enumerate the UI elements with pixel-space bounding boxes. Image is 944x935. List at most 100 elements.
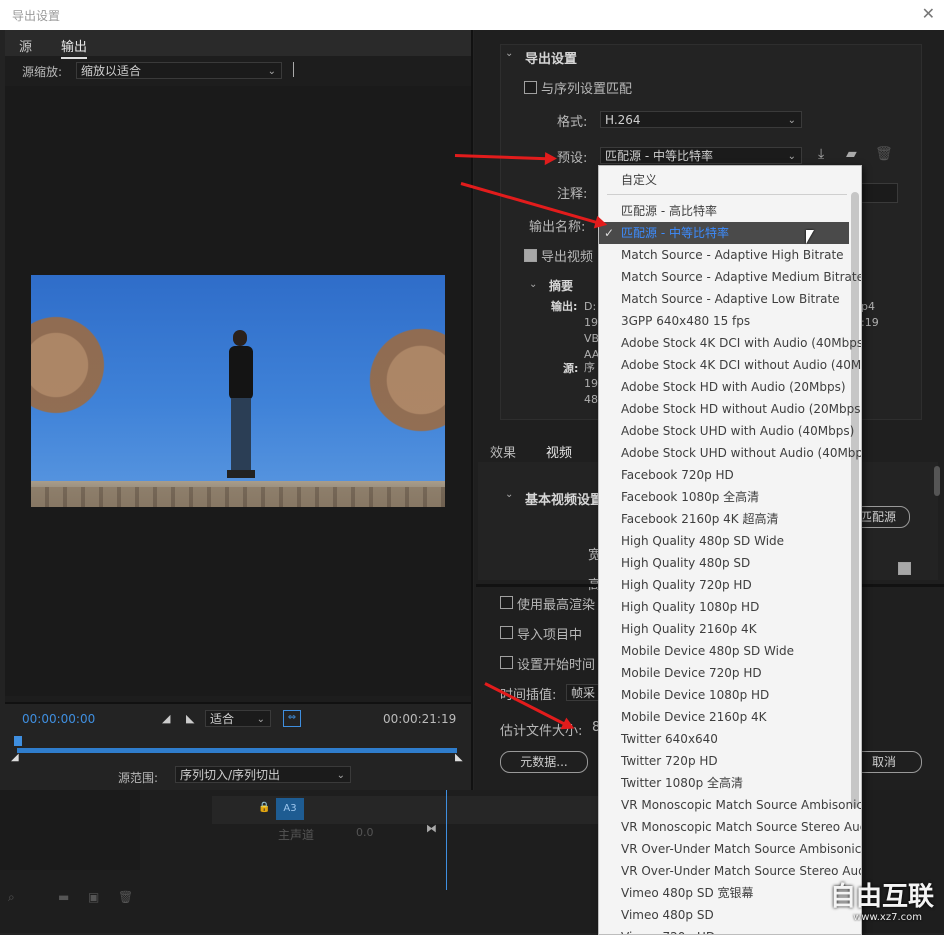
preset-menu-item[interactable]: High Quality 2160p 4K <box>621 618 757 640</box>
format-dropdown[interactable]: H.264 ⌄ <box>600 111 802 128</box>
fit-value: 适合 <box>210 712 235 726</box>
basic-video-title: 基本视频设置 <box>525 493 604 508</box>
preset-menu-item[interactable]: High Quality 480p SD <box>621 552 750 574</box>
tree-right <box>361 285 445 475</box>
watermark-url: www.xz7.com <box>853 912 922 923</box>
basic-video-collapse-icon[interactable]: ⌄ <box>505 489 513 500</box>
import-project-checkbox[interactable] <box>500 626 513 639</box>
preset-menu-item[interactable]: VR Monoscopic Match Source Stereo Audio <box>621 816 861 838</box>
preview-image <box>31 275 445 507</box>
master-label: 主声道 <box>278 828 315 842</box>
preset-menu-item[interactable]: Mobile Device 480p SD Wide <box>621 640 794 662</box>
save-preset-icon[interactable]: ⤓ <box>818 146 824 162</box>
preset-menu-item[interactable]: Adobe Stock 4K DCI with Audio (40Mbps) <box>621 332 861 354</box>
divider <box>293 62 294 77</box>
comments-input[interactable] <box>856 183 898 203</box>
preset-menu-item[interactable]: Adobe Stock HD with Audio (20Mbps) <box>621 376 846 398</box>
playhead-icon[interactable] <box>14 736 22 746</box>
preset-menu-item[interactable]: Facebook 2160p 4K 超高清 <box>621 508 779 530</box>
duration-timecode: 00:00:21:19 <box>383 712 457 726</box>
window-title: 导出设置 <box>12 9 61 23</box>
watermark-logo: 自由互联 <box>829 882 934 912</box>
preset-menu-item[interactable]: Vimeo 720p HD <box>621 926 715 934</box>
out-point-icon[interactable]: ◣ <box>455 752 463 763</box>
delete-preset-icon[interactable]: 🗑 <box>875 146 893 162</box>
preset-menu[interactable]: 自定义 匹配源 - 高比特率 匹配源 - 中等比特率 ✓ Match Source - … <box>598 165 862 935</box>
preset-menu-item[interactable]: Match Source - Adaptive Low Bitrate <box>621 288 840 310</box>
preset-menu-item[interactable]: High Quality 720p HD <box>621 574 752 596</box>
tab-source[interactable]: 源 <box>19 36 32 55</box>
trash-icon: 🗑 <box>118 890 134 904</box>
source-range-value: 序列切入/序列切出 <box>180 768 281 782</box>
preset-value: 匹配源 - 中等比特率 <box>605 149 713 163</box>
aspect-lock-checkbox[interactable] <box>898 562 911 575</box>
person-figure <box>227 330 255 480</box>
title-bar: 导出设置 ✕ <box>0 0 944 30</box>
export-video-label: 导出视频 <box>541 250 594 265</box>
preset-menu-item[interactable]: Vimeo 480p SD <box>621 904 714 926</box>
summary-collapse-icon[interactable]: ⌄ <box>529 279 537 290</box>
tree-left <box>31 275 111 455</box>
preset-dropdown[interactable]: 匹配源 - 中等比特率 ⌄ <box>600 147 802 164</box>
summary-source-label: 源: <box>563 362 579 375</box>
preset-menu-item[interactable]: Twitter 720p HD <box>621 750 718 772</box>
end-marker-icon: ⧓ <box>426 822 437 835</box>
preset-menu-item[interactable]: Mobile Device 720p HD <box>621 662 762 684</box>
fit-dropdown[interactable]: 适合 ⌄ <box>205 710 271 727</box>
mark-out-icon[interactable]: ◣ <box>186 712 194 725</box>
in-point-icon[interactable]: ◢ <box>11 752 19 763</box>
format-label: 格式: <box>557 115 588 130</box>
preset-menu-item[interactable]: Adobe Stock UHD without Audio (40Mbps) <box>621 442 861 464</box>
mark-in-icon[interactable]: ◢ <box>162 712 170 725</box>
preset-menu-item[interactable]: Facebook 1080p 全高清 <box>621 486 759 508</box>
preset-menu-item[interactable]: High Quality 1080p HD <box>621 596 759 618</box>
output-name-label: 输出名称: <box>529 220 586 235</box>
export-settings-title: 导出设置 <box>525 52 578 67</box>
aspect-icon[interactable]: ⇔ <box>283 710 301 727</box>
preset-menu-item[interactable]: Twitter 1080p 全高清 <box>621 772 743 794</box>
max-render-checkbox[interactable] <box>500 596 513 609</box>
preset-menu-item[interactable]: 匹配源 - 高比特率 <box>621 200 717 222</box>
preset-menu-item[interactable]: Vimeo 480p SD 宽银幕 <box>621 882 754 904</box>
import-preset-icon[interactable]: ▰ <box>846 146 857 162</box>
range-bar[interactable] <box>17 748 457 753</box>
cursor-icon <box>806 230 814 244</box>
time-interp-dropdown[interactable]: 帧采 <box>566 684 600 701</box>
preset-menu-item[interactable]: Mobile Device 1080p HD <box>621 684 769 706</box>
menu-separator <box>607 194 847 195</box>
source-scaling-dropdown[interactable]: 缩放以适合 ⌄ <box>76 62 282 79</box>
lock-icon: 🔒 <box>258 802 271 813</box>
tab-effects[interactable]: 效果 <box>490 442 516 461</box>
preset-menu-item[interactable]: High Quality 480p SD Wide <box>621 530 784 552</box>
match-sequence-label: 与序列设置匹配 <box>541 82 633 97</box>
tab-output[interactable]: 输出 <box>61 36 88 59</box>
collapse-icon[interactable]: ⌄ <box>505 48 513 59</box>
source-scaling-value: 缩放以适合 <box>81 64 142 78</box>
new-item-icon: ▣ <box>88 890 100 904</box>
preset-menu-item[interactable]: 自定义 <box>621 169 657 191</box>
match-sequence-checkbox[interactable] <box>524 81 537 94</box>
search-icon: ⌕ <box>8 890 15 904</box>
metadata-button[interactable]: 元数据... <box>500 751 588 773</box>
master-value: 0.0 <box>356 826 374 839</box>
export-video-checkbox[interactable] <box>524 249 537 262</box>
format-value: H.264 <box>605 113 641 127</box>
scrollbar[interactable] <box>934 466 940 496</box>
preset-menu-item[interactable]: Adobe Stock 4K DCI without Audio (40Mbps… <box>621 354 861 376</box>
preset-menu-item[interactable]: Mobile Device 2160p 4K <box>621 706 767 728</box>
preset-menu-item[interactable]: Adobe Stock HD without Audio (20Mbps) <box>621 398 861 420</box>
preset-menu-item[interactable]: VR Over-Under Match Source Ambisonics <box>621 838 861 860</box>
source-output-tabs: 源 输出 <box>5 30 471 59</box>
preset-menu-item[interactable]: Match Source - Adaptive Medium Bitrate <box>621 266 861 288</box>
close-icon[interactable]: ✕ <box>922 4 935 23</box>
preset-menu-item[interactable]: VR Monoscopic Match Source Ambisonics <box>621 794 861 816</box>
preset-menu-item[interactable]: Match Source - Adaptive High Bitrate <box>621 244 844 266</box>
set-start-checkbox[interactable] <box>500 656 513 669</box>
current-timecode[interactable]: 00:00:00:00 <box>22 712 95 726</box>
preset-menu-item[interactable]: Facebook 720p HD <box>621 464 734 486</box>
source-range-dropdown[interactable]: 序列切入/序列切出 ⌄ <box>175 766 351 783</box>
preset-menu-item[interactable]: Twitter 640x640 <box>621 728 718 750</box>
preset-menu-item[interactable]: 3GPP 640x480 15 fps <box>621 310 750 332</box>
preset-menu-item[interactable]: VR Over-Under Match Source Stereo Audio <box>621 860 861 882</box>
preset-menu-item[interactable]: Adobe Stock UHD with Audio (40Mbps) <box>621 420 854 442</box>
